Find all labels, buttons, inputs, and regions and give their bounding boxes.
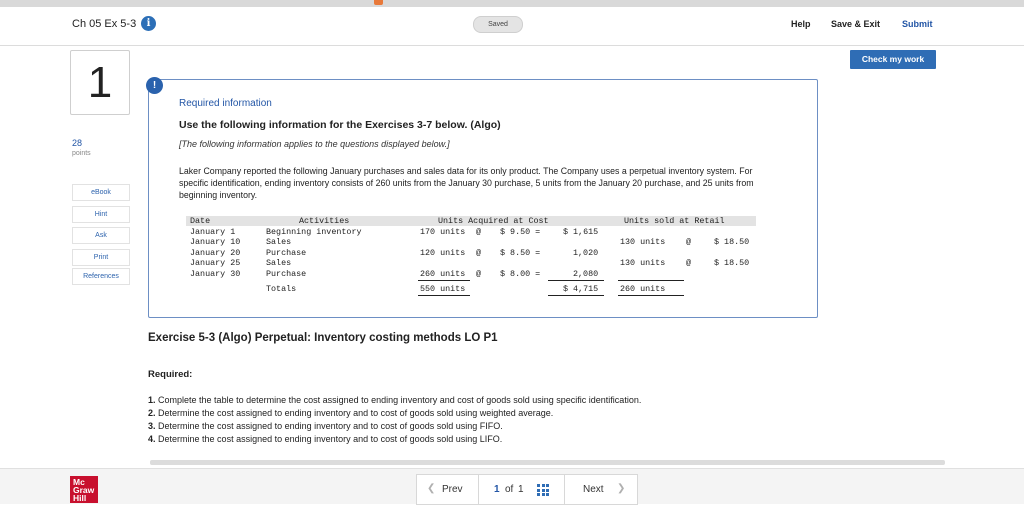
table-cell-activity: Sales (266, 237, 292, 247)
references-button[interactable]: References (72, 268, 130, 285)
table-cell-date: January 25 (190, 258, 241, 268)
table-cell-activity: Purchase (266, 248, 307, 258)
cost-subtotal-line (548, 280, 604, 281)
table-cell-sold-at: @ (686, 258, 692, 268)
hint-button[interactable]: Hint (72, 206, 130, 223)
totals-cost: $ 4,715 (563, 284, 599, 294)
table-cell-activity: Beginning inventory (266, 227, 362, 237)
required-item: 2. Determine the cost assigned to ending… (148, 408, 553, 418)
horizontal-scrollbar[interactable] (150, 460, 945, 465)
info-icon[interactable]: i (141, 16, 156, 31)
problem-description: Laker Company reported the following Jan… (179, 166, 754, 200)
chevron-right-icon: ❯ (617, 483, 626, 494)
question-number: 1 (70, 50, 130, 115)
units-total-line (418, 295, 470, 296)
next-button[interactable]: Next ❯ (564, 474, 638, 505)
table-cell-total: 2,080 (573, 269, 599, 279)
table-cell-retail: $ 18.50 (714, 237, 750, 247)
page-total: 1 (518, 484, 524, 495)
points-value: 28 (72, 138, 83, 148)
table-cell-total: $ 1,615 (563, 227, 599, 237)
table-cell-units: 120 units (420, 248, 466, 258)
totals-sold: 260 units (620, 284, 666, 294)
col-header-acquired: Units Acquired at Cost (438, 216, 549, 226)
exercise-title: Exercise 5-3 (Algo) Perpetual: Inventory… (148, 332, 498, 344)
table-cell-cost: $ 8.50 = (500, 248, 541, 258)
grid-icon[interactable] (537, 484, 549, 496)
points-label: points (72, 150, 91, 157)
required-item: 1. Complete the table to determine the c… (148, 395, 641, 405)
tab-favicon (374, 0, 383, 5)
alert-icon: ! (146, 77, 163, 94)
table-cell-total: 1,020 (573, 248, 599, 258)
browser-tab-strip (0, 0, 1024, 7)
prev-label: Prev (442, 484, 463, 495)
sold-total-line (618, 295, 684, 296)
applies-note: [The following information applies to th… (179, 139, 450, 149)
table-cell-date: January 20 (190, 248, 241, 258)
sold-subtotal-line (618, 280, 684, 281)
page-current: 1 (494, 484, 500, 495)
mcgraw-hill-logo: Mc Graw Hill (70, 476, 98, 503)
table-cell-units: 170 units (420, 227, 466, 237)
help-link[interactable]: Help (791, 19, 811, 29)
required-item-text: Complete the table to determine the cost… (158, 395, 642, 405)
units-subtotal-line (418, 280, 470, 281)
table-cell-date: January 1 (190, 227, 236, 237)
required-item-number: 2. (148, 408, 156, 418)
col-header-sold: Units sold at Retail (624, 216, 725, 226)
cost-total-line (548, 295, 604, 296)
page-indicator[interactable]: 1 of 1 (478, 474, 566, 505)
table-cell-cost: $ 8.00 = (500, 269, 541, 279)
required-information-heading: Required information (179, 98, 272, 109)
totals-units: 550 units (420, 284, 466, 294)
required-item-text: Determine the cost assigned to ending in… (158, 408, 554, 418)
required-item-number: 1. (148, 395, 156, 405)
chevron-left-icon: ❮ (427, 483, 436, 494)
save-exit-link[interactable]: Save & Exit (831, 19, 880, 29)
required-item: 4. Determine the cost assigned to ending… (148, 434, 502, 444)
required-item-text: Determine the cost assigned to ending in… (158, 434, 503, 444)
required-label: Required: (148, 369, 193, 380)
required-item-text: Determine the cost assigned to ending in… (158, 421, 503, 431)
table-cell-activity: Sales (266, 258, 292, 268)
table-cell-at: @ (476, 248, 482, 258)
required-item-number: 3. (148, 421, 156, 431)
required-item-number: 4. (148, 434, 156, 444)
table-cell-cost: $ 9.50 = (500, 227, 541, 237)
check-my-work-button[interactable]: Check my work (850, 50, 936, 69)
required-item: 3. Determine the cost assigned to ending… (148, 421, 503, 431)
next-label: Next (583, 484, 604, 495)
print-button[interactable]: Print (72, 249, 130, 266)
table-cell-sold: 130 units (620, 237, 666, 247)
table-cell-date: January 10 (190, 237, 241, 247)
saved-status-badge: Saved (473, 16, 523, 33)
prev-button[interactable]: ❮ Prev (416, 474, 480, 505)
table-cell-sold: 130 units (620, 258, 666, 268)
assignment-title: Ch 05 Ex 5-3 (72, 18, 137, 30)
table-cell-at: @ (476, 269, 482, 279)
table-cell-at: @ (476, 227, 482, 237)
table-cell-units: 260 units (420, 269, 466, 279)
ebook-button[interactable]: eBook (72, 184, 130, 201)
totals-label: Totals (266, 284, 297, 294)
table-cell-activity: Purchase (266, 269, 307, 279)
col-header-activities: Activities (299, 216, 350, 226)
table-cell-sold-at: @ (686, 237, 692, 247)
ask-button[interactable]: Ask (72, 227, 130, 244)
table-cell-retail: $ 18.50 (714, 258, 750, 268)
submit-link[interactable]: Submit (902, 19, 933, 29)
col-header-date: Date (190, 216, 211, 226)
logo-line: Hill (73, 493, 87, 503)
instructions-heading: Use the following information for the Ex… (179, 119, 501, 131)
page-of-label: of (505, 484, 514, 495)
table-cell-date: January 30 (190, 269, 241, 279)
